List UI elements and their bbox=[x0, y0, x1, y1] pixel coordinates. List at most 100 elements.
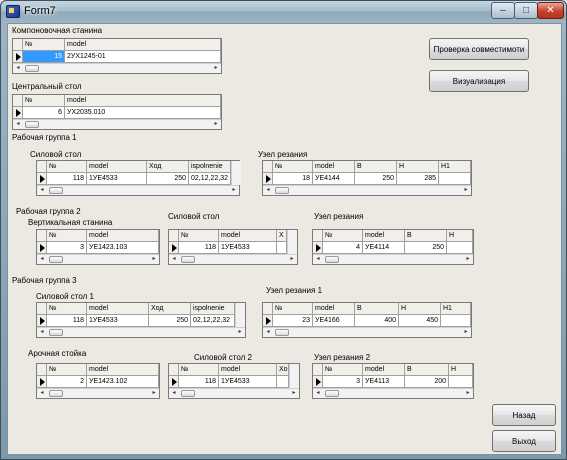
scroll-thumb[interactable] bbox=[181, 390, 195, 397]
cell[interactable]: 118 bbox=[47, 315, 87, 327]
header-cell[interactable]: ispolnenie bbox=[189, 161, 231, 173]
row-indicator[interactable] bbox=[37, 242, 47, 254]
scroll-left-icon[interactable]: ◂ bbox=[313, 389, 323, 398]
cell[interactable]: 3 bbox=[323, 376, 363, 388]
cell[interactable]: 6 bbox=[23, 107, 65, 119]
grid-rg1-silovoy[interactable]: № model Ход ispolnenie 118 1УЕ4533 250 0… bbox=[36, 160, 241, 196]
header-cell[interactable]: № bbox=[323, 230, 363, 242]
header-cell[interactable]: H bbox=[447, 230, 473, 242]
scroll-right-icon[interactable]: ▸ bbox=[463, 255, 473, 264]
check-compatibility-button[interactable]: Проверка совместимоти bbox=[429, 38, 529, 60]
scroll-left-icon[interactable]: ◂ bbox=[169, 389, 179, 398]
cell[interactable]: 250 bbox=[147, 173, 189, 185]
grid-central[interactable]: № model 6 УХ2035.010 ◂ ▸ bbox=[12, 94, 222, 130]
scroll-left-icon[interactable]: ◂ bbox=[13, 64, 23, 73]
scroll-right-icon[interactable]: ▸ bbox=[289, 389, 299, 398]
header-cell[interactable]: model bbox=[87, 303, 149, 315]
row-indicator[interactable] bbox=[169, 376, 179, 388]
horizontal-scrollbar[interactable]: ◂ ▸ bbox=[37, 185, 239, 195]
grid-rg2-silovoy[interactable]: № model Х 118 1УЕ4533 ◂ ▸ bbox=[168, 229, 298, 265]
header-cell[interactable]: № bbox=[47, 303, 87, 315]
horizontal-scrollbar[interactable]: ◂ ▸ bbox=[313, 254, 473, 264]
vertical-scrollbar[interactable] bbox=[289, 364, 299, 388]
grid-rg3-uzel2[interactable]: № model B H 3 УЕ4113 200 ◂ ▸ bbox=[312, 363, 474, 399]
header-cell[interactable]: H1 bbox=[439, 161, 471, 173]
title-bar[interactable]: Form7 – □ ✕ bbox=[1, 1, 566, 23]
horizontal-scrollbar[interactable]: ◂ ▸ bbox=[37, 327, 245, 337]
cell[interactable]: 1УЕ4533 bbox=[87, 173, 147, 185]
cell[interactable]: 2УХ1245-01 bbox=[65, 51, 221, 63]
scroll-thumb[interactable] bbox=[49, 329, 63, 336]
back-button[interactable]: Назад bbox=[492, 404, 556, 426]
scroll-right-icon[interactable]: ▸ bbox=[463, 389, 473, 398]
grid-rg3-silovoy2[interactable]: № model Хо 118 1УЕ4533 ◂ ▸ bbox=[168, 363, 300, 399]
grid-rg3-silovoy1[interactable]: № model Ход ispolnenie 118 1УЕ4533 250 0… bbox=[36, 302, 246, 338]
cell[interactable]: 02,12,22,32 bbox=[189, 173, 231, 185]
header-cell[interactable]: model bbox=[87, 161, 147, 173]
scroll-right-icon[interactable]: ▸ bbox=[211, 64, 221, 73]
header-cell[interactable]: Ход bbox=[147, 161, 189, 173]
cell[interactable] bbox=[449, 376, 473, 388]
scroll-right-icon[interactable]: ▸ bbox=[211, 120, 221, 129]
horizontal-scrollbar[interactable]: ◂ ▸ bbox=[13, 63, 221, 73]
header-cell[interactable]: № bbox=[23, 95, 65, 107]
header-cell[interactable]: № bbox=[47, 161, 87, 173]
scroll-left-icon[interactable]: ◂ bbox=[313, 255, 323, 264]
exit-button[interactable]: Выход bbox=[492, 430, 556, 452]
scroll-thumb[interactable] bbox=[49, 187, 63, 194]
cell[interactable]: 450 bbox=[399, 315, 441, 327]
horizontal-scrollbar[interactable]: ◂ ▸ bbox=[169, 254, 297, 264]
horizontal-scrollbar[interactable]: ◂ ▸ bbox=[13, 119, 221, 129]
header-cell[interactable]: Хо bbox=[277, 364, 289, 376]
cell[interactable]: 4 bbox=[323, 242, 363, 254]
header-cell[interactable]: Ход bbox=[149, 303, 191, 315]
cell[interactable] bbox=[441, 315, 471, 327]
header-cell[interactable]: model bbox=[87, 364, 159, 376]
header-cell[interactable]: model bbox=[313, 161, 355, 173]
row-indicator[interactable] bbox=[263, 173, 273, 185]
cell[interactable] bbox=[277, 376, 289, 388]
scroll-left-icon[interactable]: ◂ bbox=[37, 186, 47, 195]
scroll-left-icon[interactable]: ◂ bbox=[263, 328, 273, 337]
scroll-thumb[interactable] bbox=[25, 121, 39, 128]
cell[interactable]: УЕ4113 bbox=[363, 376, 405, 388]
grid-kompon[interactable]: № model 15 2УХ1245-01 ◂ ▸ bbox=[12, 38, 222, 74]
cell[interactable]: 02,12,22,32 bbox=[191, 315, 235, 327]
header-cell[interactable]: № bbox=[47, 364, 87, 376]
header-cell[interactable]: model bbox=[65, 39, 221, 51]
row-indicator[interactable] bbox=[313, 242, 323, 254]
grid-rg1-uzel[interactable]: № model B H H1 18 УЕ4144 250 285 ◂ ▸ bbox=[262, 160, 472, 196]
scroll-thumb[interactable] bbox=[275, 329, 289, 336]
header-cell[interactable]: B bbox=[355, 303, 399, 315]
cell[interactable]: УЕ4166 bbox=[313, 315, 355, 327]
cell[interactable] bbox=[447, 242, 473, 254]
header-cell[interactable]: № bbox=[273, 303, 313, 315]
cell[interactable]: 2 bbox=[47, 376, 87, 388]
horizontal-scrollbar[interactable]: ◂ ▸ bbox=[263, 327, 471, 337]
header-cell[interactable]: H1 bbox=[441, 303, 471, 315]
scroll-left-icon[interactable]: ◂ bbox=[37, 255, 47, 264]
cell[interactable]: УЕ4144 bbox=[313, 173, 355, 185]
grid-rg2-uzel[interactable]: № model B H 4 УЕ4114 250 ◂ ▸ bbox=[312, 229, 474, 265]
cell[interactable]: УЕ1423.103 bbox=[87, 242, 159, 254]
scroll-thumb[interactable] bbox=[181, 256, 195, 263]
scroll-right-icon[interactable]: ▸ bbox=[287, 255, 297, 264]
cell[interactable]: 250 bbox=[405, 242, 447, 254]
row-indicator[interactable] bbox=[37, 315, 47, 327]
header-cell[interactable]: model bbox=[65, 95, 221, 107]
cell[interactable]: 18 bbox=[273, 173, 313, 185]
cell[interactable]: УЕ4114 bbox=[363, 242, 405, 254]
cell[interactable]: 250 bbox=[355, 173, 397, 185]
cell[interactable]: 1УЕ4533 bbox=[87, 315, 149, 327]
horizontal-scrollbar[interactable]: ◂ ▸ bbox=[313, 388, 473, 398]
row-indicator[interactable] bbox=[37, 173, 47, 185]
cell[interactable]: 118 bbox=[179, 242, 219, 254]
header-cell[interactable]: H bbox=[449, 364, 473, 376]
scroll-right-icon[interactable]: ▸ bbox=[461, 186, 471, 195]
header-cell[interactable]: № bbox=[323, 364, 363, 376]
header-cell[interactable]: model bbox=[219, 230, 277, 242]
cell[interactable]: 3 bbox=[47, 242, 87, 254]
header-cell[interactable]: № bbox=[273, 161, 313, 173]
header-cell[interactable]: model bbox=[219, 364, 277, 376]
header-cell[interactable]: № bbox=[179, 230, 219, 242]
